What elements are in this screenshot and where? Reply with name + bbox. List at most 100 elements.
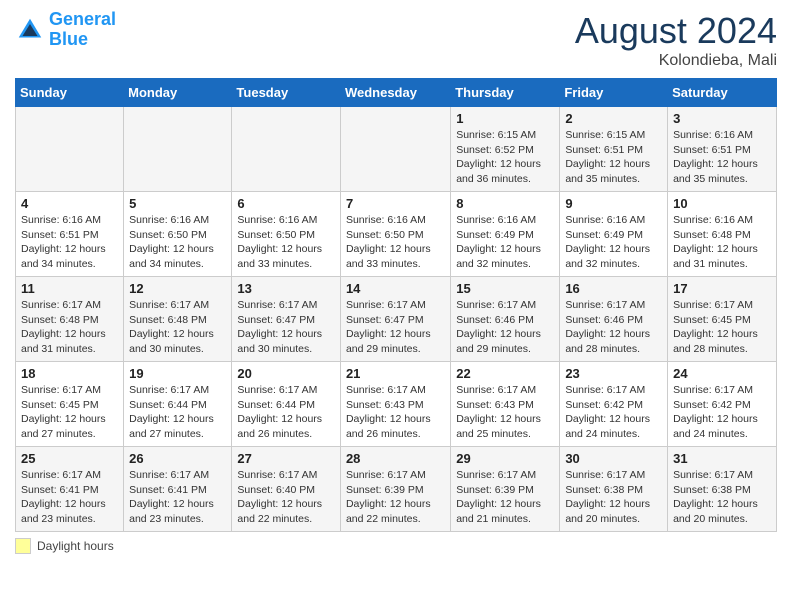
day-info: Sunrise: 6:16 AM Sunset: 6:51 PM Dayligh… bbox=[673, 128, 771, 187]
header-friday: Friday bbox=[560, 79, 668, 107]
day-info: Sunrise: 6:17 AM Sunset: 6:47 PM Dayligh… bbox=[346, 298, 445, 357]
day-info: Sunrise: 6:17 AM Sunset: 6:46 PM Dayligh… bbox=[456, 298, 554, 357]
day-info: Sunrise: 6:17 AM Sunset: 6:43 PM Dayligh… bbox=[346, 383, 445, 442]
day-number: 13 bbox=[237, 281, 335, 296]
day-number: 5 bbox=[129, 196, 226, 211]
day-info: Sunrise: 6:17 AM Sunset: 6:38 PM Dayligh… bbox=[673, 468, 771, 527]
calendar: Sunday Monday Tuesday Wednesday Thursday… bbox=[15, 78, 777, 532]
day-info: Sunrise: 6:15 AM Sunset: 6:52 PM Dayligh… bbox=[456, 128, 554, 187]
calendar-cell bbox=[16, 107, 124, 192]
day-info: Sunrise: 6:16 AM Sunset: 6:50 PM Dayligh… bbox=[346, 213, 445, 272]
day-info: Sunrise: 6:17 AM Sunset: 6:48 PM Dayligh… bbox=[21, 298, 118, 357]
calendar-cell: 1 Sunrise: 6:15 AM Sunset: 6:52 PM Daylig… bbox=[451, 107, 560, 192]
day-number: 18 bbox=[21, 366, 118, 381]
calendar-cell: 28 Sunrise: 6:17 AM Sunset: 6:39 PM Dayli… bbox=[340, 447, 450, 532]
calendar-cell: 26 Sunrise: 6:17 AM Sunset: 6:41 PM Dayli… bbox=[124, 447, 232, 532]
day-number: 26 bbox=[129, 451, 226, 466]
calendar-cell: 25Sunrise: 6:17 AM Sunset: 6:41 PM Dayli… bbox=[16, 447, 124, 532]
day-info: Sunrise: 6:17 AM Sunset: 6:45 PM Dayligh… bbox=[673, 298, 771, 357]
logo-icon bbox=[15, 15, 45, 45]
day-number: 30 bbox=[565, 451, 662, 466]
day-info: Sunrise: 6:16 AM Sunset: 6:51 PM Dayligh… bbox=[21, 213, 118, 272]
day-number: 16 bbox=[565, 281, 662, 296]
calendar-week-1: 1 Sunrise: 6:15 AM Sunset: 6:52 PM Daylig… bbox=[16, 107, 777, 192]
calendar-cell: 8 Sunrise: 6:16 AM Sunset: 6:49 PM Daylig… bbox=[451, 192, 560, 277]
day-number: 17 bbox=[673, 281, 771, 296]
calendar-cell: 23 Sunrise: 6:17 AM Sunset: 6:42 PM Dayli… bbox=[560, 362, 668, 447]
day-number: 3 bbox=[673, 111, 771, 126]
calendar-header-row: Sunday Monday Tuesday Wednesday Thursday… bbox=[16, 79, 777, 107]
day-info: Sunrise: 6:17 AM Sunset: 6:48 PM Dayligh… bbox=[129, 298, 226, 357]
day-info: Sunrise: 6:16 AM Sunset: 6:49 PM Dayligh… bbox=[565, 213, 662, 272]
calendar-week-5: 25Sunrise: 6:17 AM Sunset: 6:41 PM Dayli… bbox=[16, 447, 777, 532]
day-info: Sunrise: 6:17 AM Sunset: 6:39 PM Dayligh… bbox=[346, 468, 445, 527]
calendar-cell: 21Sunrise: 6:17 AM Sunset: 6:43 PM Dayli… bbox=[340, 362, 450, 447]
header-sunday: Sunday bbox=[16, 79, 124, 107]
day-number: 19 bbox=[129, 366, 226, 381]
legend-color-box bbox=[15, 538, 31, 554]
day-info: Sunrise: 6:17 AM Sunset: 6:39 PM Dayligh… bbox=[456, 468, 554, 527]
header-thursday: Thursday bbox=[451, 79, 560, 107]
day-number: 27 bbox=[237, 451, 335, 466]
day-number: 23 bbox=[565, 366, 662, 381]
calendar-cell: 13 Sunrise: 6:17 AM Sunset: 6:47 PM Dayli… bbox=[232, 277, 341, 362]
calendar-cell: 11 Sunrise: 6:17 AM Sunset: 6:48 PM Dayli… bbox=[16, 277, 124, 362]
calendar-cell: 3 Sunrise: 6:16 AM Sunset: 6:51 PM Daylig… bbox=[668, 107, 777, 192]
day-number: 1 bbox=[456, 111, 554, 126]
day-info: Sunrise: 6:17 AM Sunset: 6:38 PM Dayligh… bbox=[565, 468, 662, 527]
day-info: Sunrise: 6:17 AM Sunset: 6:46 PM Dayligh… bbox=[565, 298, 662, 357]
calendar-cell: 29 Sunrise: 6:17 AM Sunset: 6:39 PM Dayli… bbox=[451, 447, 560, 532]
calendar-cell: 19 Sunrise: 6:17 AM Sunset: 6:44 PM Dayli… bbox=[124, 362, 232, 447]
calendar-cell: 5 Sunrise: 6:16 AM Sunset: 6:50 PM Daylig… bbox=[124, 192, 232, 277]
calendar-cell: 15 Sunrise: 6:17 AM Sunset: 6:46 PM Dayli… bbox=[451, 277, 560, 362]
calendar-cell: 14 Sunrise: 6:17 AM Sunset: 6:47 PM Dayli… bbox=[340, 277, 450, 362]
day-info: Sunrise: 6:17 AM Sunset: 6:42 PM Dayligh… bbox=[673, 383, 771, 442]
day-number: 8 bbox=[456, 196, 554, 211]
calendar-cell: 17 Sunrise: 6:17 AM Sunset: 6:45 PM Dayli… bbox=[668, 277, 777, 362]
calendar-cell: 6Sunrise: 6:16 AM Sunset: 6:50 PM Daylig… bbox=[232, 192, 341, 277]
day-number: 10 bbox=[673, 196, 771, 211]
calendar-week-3: 11 Sunrise: 6:17 AM Sunset: 6:48 PM Dayli… bbox=[16, 277, 777, 362]
calendar-cell bbox=[124, 107, 232, 192]
day-info: Sunrise: 6:16 AM Sunset: 6:48 PM Dayligh… bbox=[673, 213, 771, 272]
day-info: Sunrise: 6:17 AM Sunset: 6:47 PM Dayligh… bbox=[237, 298, 335, 357]
day-number: 4 bbox=[21, 196, 118, 211]
day-info: Sunrise: 6:17 AM Sunset: 6:41 PM Dayligh… bbox=[21, 468, 118, 527]
day-number: 15 bbox=[456, 281, 554, 296]
calendar-cell: 24Sunrise: 6:17 AM Sunset: 6:42 PM Dayli… bbox=[668, 362, 777, 447]
day-number: 14 bbox=[346, 281, 445, 296]
logo-general: General bbox=[49, 9, 116, 29]
calendar-cell bbox=[340, 107, 450, 192]
day-number: 31 bbox=[673, 451, 771, 466]
day-number: 28 bbox=[346, 451, 445, 466]
calendar-cell: 9 Sunrise: 6:16 AM Sunset: 6:49 PM Daylig… bbox=[560, 192, 668, 277]
header: General Blue August 2024 Kolondieba, Mal… bbox=[15, 10, 777, 70]
day-info: Sunrise: 6:17 AM Sunset: 6:41 PM Dayligh… bbox=[129, 468, 226, 527]
day-info: Sunrise: 6:17 AM Sunset: 6:43 PM Dayligh… bbox=[456, 383, 554, 442]
calendar-cell: 30 Sunrise: 6:17 AM Sunset: 6:38 PM Dayli… bbox=[560, 447, 668, 532]
day-info: Sunrise: 6:17 AM Sunset: 6:42 PM Dayligh… bbox=[565, 383, 662, 442]
day-info: Sunrise: 6:16 AM Sunset: 6:49 PM Dayligh… bbox=[456, 213, 554, 272]
calendar-cell: 10 Sunrise: 6:16 AM Sunset: 6:48 PM Dayli… bbox=[668, 192, 777, 277]
day-number: 20 bbox=[237, 366, 335, 381]
header-wednesday: Wednesday bbox=[340, 79, 450, 107]
calendar-cell: 12Sunrise: 6:17 AM Sunset: 6:48 PM Dayli… bbox=[124, 277, 232, 362]
day-number: 22 bbox=[456, 366, 554, 381]
day-info: Sunrise: 6:17 AM Sunset: 6:45 PM Dayligh… bbox=[21, 383, 118, 442]
day-number: 2 bbox=[565, 111, 662, 126]
day-info: Sunrise: 6:16 AM Sunset: 6:50 PM Dayligh… bbox=[129, 213, 226, 272]
calendar-cell: 22 Sunrise: 6:17 AM Sunset: 6:43 PM Dayli… bbox=[451, 362, 560, 447]
day-number: 11 bbox=[21, 281, 118, 296]
calendar-cell: 16 Sunrise: 6:17 AM Sunset: 6:46 PM Dayli… bbox=[560, 277, 668, 362]
day-info: Sunrise: 6:17 AM Sunset: 6:44 PM Dayligh… bbox=[129, 383, 226, 442]
calendar-cell: 27Sunrise: 6:17 AM Sunset: 6:40 PM Dayli… bbox=[232, 447, 341, 532]
day-info: Sunrise: 6:16 AM Sunset: 6:50 PM Dayligh… bbox=[237, 213, 335, 272]
calendar-cell: 20Sunrise: 6:17 AM Sunset: 6:44 PM Dayli… bbox=[232, 362, 341, 447]
calendar-cell: 18 Sunrise: 6:17 AM Sunset: 6:45 PM Dayli… bbox=[16, 362, 124, 447]
day-number: 29 bbox=[456, 451, 554, 466]
logo-blue: Blue bbox=[49, 29, 88, 49]
month-year: August 2024 bbox=[575, 10, 777, 52]
legend-label: Daylight hours bbox=[37, 539, 114, 553]
day-number: 9 bbox=[565, 196, 662, 211]
calendar-cell: 31 Sunrise: 6:17 AM Sunset: 6:38 PM Dayli… bbox=[668, 447, 777, 532]
